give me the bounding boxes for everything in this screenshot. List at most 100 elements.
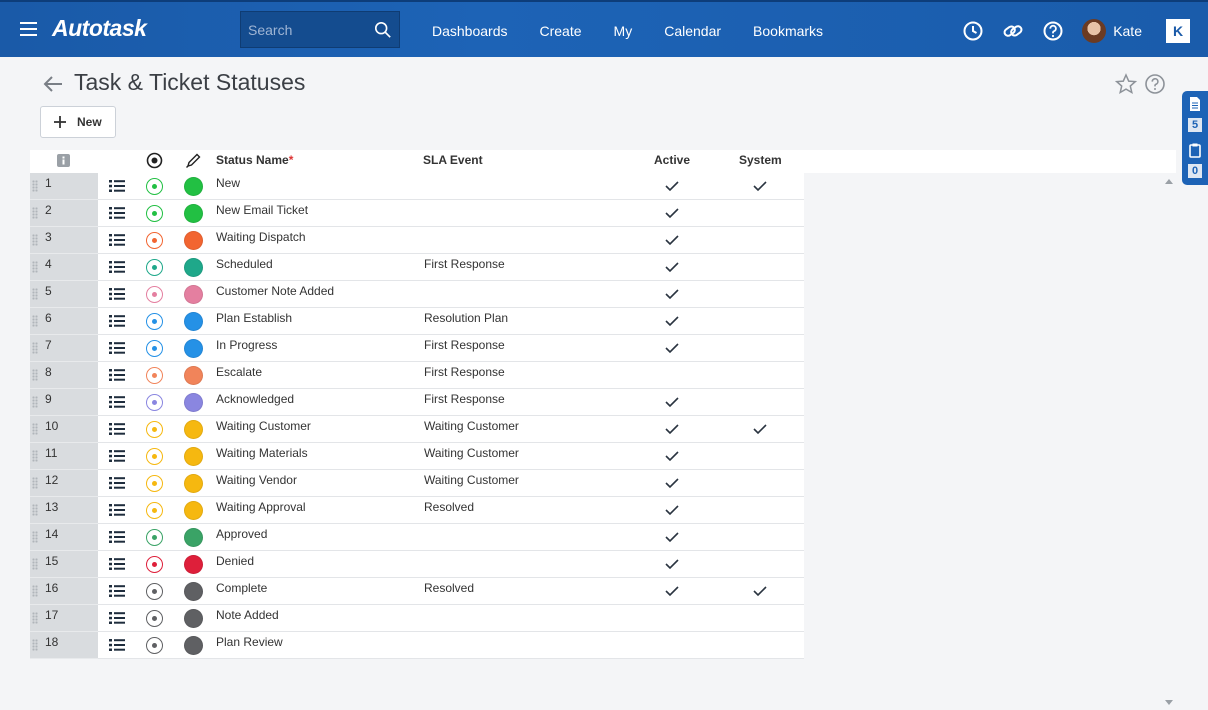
column-system[interactable]: System — [739, 153, 782, 167]
notes-count[interactable]: 5 — [1188, 118, 1202, 132]
drag-handle-icon[interactable] — [32, 423, 38, 435]
clipboard-icon[interactable] — [1187, 142, 1203, 158]
favorite-star-icon[interactable] — [1115, 73, 1137, 95]
status-name[interactable]: In Progress — [216, 338, 277, 352]
drag-handle-icon[interactable] — [32, 342, 38, 354]
vertical-scrollbar[interactable] — [1163, 176, 1175, 710]
table-row[interactable]: 16 Complete Resolved — [30, 578, 1176, 605]
drag-handle-icon[interactable] — [32, 315, 38, 327]
app-logo[interactable]: Autotask — [52, 15, 147, 42]
list-menu-icon[interactable] — [109, 395, 125, 409]
drag-handle-icon[interactable] — [32, 477, 38, 489]
drag-handle-icon[interactable] — [32, 558, 38, 570]
table-row[interactable]: 11 Waiting Materials Waiting Customer — [30, 443, 1176, 470]
drag-handle-icon[interactable] — [32, 612, 38, 624]
status-name[interactable]: Denied — [216, 554, 254, 568]
status-name[interactable]: Escalate — [216, 365, 262, 379]
drag-handle-icon[interactable] — [32, 639, 38, 651]
list-menu-icon[interactable] — [109, 476, 125, 490]
username[interactable]: Kate — [1113, 23, 1142, 39]
status-name[interactable]: Waiting Materials — [216, 446, 308, 460]
status-color-swatch[interactable] — [184, 582, 203, 601]
list-menu-icon[interactable] — [109, 206, 125, 220]
table-row[interactable]: 3 Waiting Dispatch — [30, 227, 1176, 254]
search-icon[interactable] — [374, 21, 392, 39]
list-menu-icon[interactable] — [109, 233, 125, 247]
list-menu-icon[interactable] — [109, 287, 125, 301]
status-color-swatch[interactable] — [184, 339, 203, 358]
notes-icon[interactable] — [1187, 96, 1203, 112]
table-row[interactable]: 17 Note Added — [30, 605, 1176, 632]
status-name[interactable]: Waiting Dispatch — [216, 230, 306, 244]
nav-my[interactable]: My — [598, 23, 649, 39]
status-name[interactable]: Waiting Approval — [216, 500, 306, 514]
status-color-swatch[interactable] — [184, 285, 203, 304]
search-box[interactable] — [240, 11, 400, 48]
list-menu-icon[interactable] — [109, 422, 125, 436]
drag-handle-icon[interactable] — [32, 531, 38, 543]
status-color-swatch[interactable] — [184, 555, 203, 574]
table-row[interactable]: 15 Denied — [30, 551, 1176, 578]
status-color-swatch[interactable] — [184, 204, 203, 223]
user-avatar[interactable] — [1082, 18, 1107, 43]
hamburger-menu-icon[interactable] — [20, 22, 37, 36]
column-active[interactable]: Active — [654, 153, 690, 167]
status-color-swatch[interactable] — [184, 312, 203, 331]
search-input[interactable] — [241, 21, 369, 38]
page-help-icon[interactable] — [1144, 73, 1166, 95]
status-name[interactable]: Waiting Vendor — [216, 473, 297, 487]
drag-handle-icon[interactable] — [32, 369, 38, 381]
nav-dashboards[interactable]: Dashboards — [416, 23, 524, 39]
nav-calendar[interactable]: Calendar — [648, 23, 737, 39]
status-color-swatch[interactable] — [184, 636, 203, 655]
status-color-swatch[interactable] — [184, 231, 203, 250]
status-name[interactable]: Complete — [216, 581, 267, 595]
status-name[interactable]: Note Added — [216, 608, 279, 622]
table-row[interactable]: 7 In Progress First Response — [30, 335, 1176, 362]
status-name[interactable]: Approved — [216, 527, 267, 541]
table-row[interactable]: 1 New — [30, 173, 1176, 200]
status-name[interactable]: New — [216, 176, 240, 190]
table-row[interactable]: 2 New Email Ticket — [30, 200, 1176, 227]
list-menu-icon[interactable] — [109, 584, 125, 598]
status-name[interactable]: New Email Ticket — [216, 203, 308, 217]
status-color-swatch[interactable] — [184, 258, 203, 277]
table-row[interactable]: 18 Plan Review — [30, 632, 1176, 659]
status-color-swatch[interactable] — [184, 474, 203, 493]
list-menu-icon[interactable] — [109, 314, 125, 328]
status-color-swatch[interactable] — [184, 177, 203, 196]
list-menu-icon[interactable] — [109, 341, 125, 355]
status-color-swatch[interactable] — [184, 420, 203, 439]
status-color-swatch[interactable] — [184, 528, 203, 547]
nav-create[interactable]: Create — [524, 23, 598, 39]
drag-handle-icon[interactable] — [32, 261, 38, 273]
drag-handle-icon[interactable] — [32, 288, 38, 300]
table-row[interactable]: 5 Customer Note Added — [30, 281, 1176, 308]
back-arrow-icon[interactable] — [42, 73, 64, 95]
clock-icon[interactable] — [962, 20, 984, 42]
table-row[interactable]: 8 Escalate First Response — [30, 362, 1176, 389]
status-name[interactable]: Waiting Customer — [216, 419, 311, 433]
table-row[interactable]: 6 Plan Establish Resolution Plan — [30, 308, 1176, 335]
table-row[interactable]: 4 Scheduled First Response — [30, 254, 1176, 281]
list-menu-icon[interactable] — [109, 449, 125, 463]
list-menu-icon[interactable] — [109, 368, 125, 382]
column-sla-event[interactable]: SLA Event — [423, 153, 483, 167]
list-menu-icon[interactable] — [109, 638, 125, 652]
list-menu-icon[interactable] — [109, 260, 125, 274]
status-name[interactable]: Plan Review — [216, 635, 283, 649]
list-menu-icon[interactable] — [109, 179, 125, 193]
drag-handle-icon[interactable] — [32, 504, 38, 516]
help-icon[interactable] — [1042, 20, 1064, 42]
drag-handle-icon[interactable] — [32, 207, 38, 219]
status-color-swatch[interactable] — [184, 366, 203, 385]
table-row[interactable]: 12 Waiting Vendor Waiting Customer — [30, 470, 1176, 497]
status-color-swatch[interactable] — [184, 609, 203, 628]
drag-handle-icon[interactable] — [32, 585, 38, 597]
list-menu-icon[interactable] — [109, 530, 125, 544]
status-name[interactable]: Scheduled — [216, 257, 273, 271]
list-menu-icon[interactable] — [109, 503, 125, 517]
list-menu-icon[interactable] — [109, 557, 125, 571]
table-row[interactable]: 13 Waiting Approval Resolved — [30, 497, 1176, 524]
table-row[interactable]: 10 Waiting Customer Waiting Customer — [30, 416, 1176, 443]
